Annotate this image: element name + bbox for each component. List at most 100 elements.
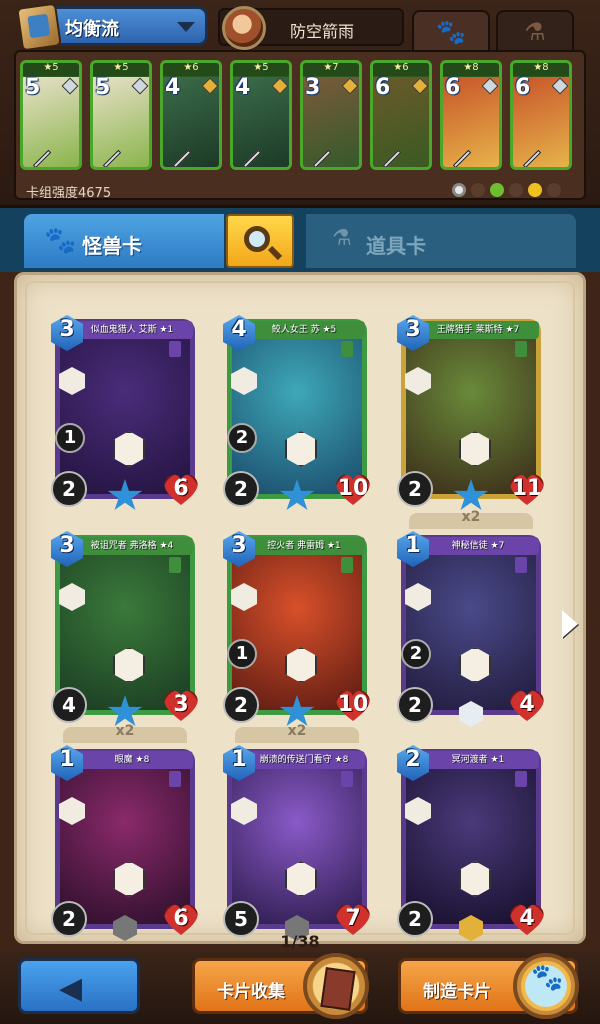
- monster-card[interactable]: x2 眼魔 ★8 1 2 6: [51, 723, 195, 941]
- back-button[interactable]: ◀: [18, 958, 140, 1014]
- monster-card[interactable]: 控火者 弗雷姆 ★1 3 2 10 1: [223, 531, 367, 726]
- faction-icon: [341, 557, 353, 573]
- potion-icon: ⚗: [524, 18, 546, 46]
- card-secondary-stat: 1: [227, 639, 257, 669]
- craft-card-icon: 🐾: [513, 953, 579, 1019]
- deck-card[interactable]: ★6 4: [160, 60, 222, 170]
- card-secondary-stat: 1: [55, 423, 85, 453]
- card-cost: 1: [405, 533, 421, 558]
- search-button[interactable]: [226, 214, 294, 268]
- hero-name: 防空箭雨: [290, 22, 355, 41]
- monster-card[interactable]: x2 神秘信徒 ★7 1 2 4 2: [397, 509, 541, 727]
- filter-icon[interactable]: [547, 183, 561, 197]
- tab-monster-deck[interactable]: 🐾: [412, 10, 490, 50]
- deck-card-bar: ★5 5 ★5 5 ★6 4 ★5 4 ★7 3 ★6 6 ★8 6 ★8 6: [14, 50, 586, 200]
- deck-card[interactable]: ★5 5: [20, 60, 82, 170]
- deck-card-stars: ★5: [93, 63, 149, 76]
- deck-card[interactable]: ★5 5: [90, 60, 152, 170]
- hero-selector[interactable]: 防空箭雨: [218, 6, 404, 50]
- potion-icon: ⚗: [332, 226, 352, 251]
- card-secondary-stat: 2: [227, 423, 257, 453]
- card-cost: 1: [59, 747, 75, 772]
- faction-icon: [515, 341, 527, 357]
- hero-portrait: [222, 6, 266, 50]
- card-collection-label: 卡片收集: [217, 982, 285, 1002]
- deck-card-cost: 6: [515, 75, 531, 100]
- card-attack: 2: [51, 471, 87, 507]
- chevron-down-icon: [177, 22, 195, 32]
- rarity-filters: [452, 182, 582, 198]
- card-page: 似血鬼猎人 艾斯 ★1 3 2 6 1 鲛人女王 苏 ★5 4 2 10 2 王牌猎手 莱斯特 ★7…: [14, 272, 586, 944]
- card-attack: 2: [223, 471, 259, 507]
- monster-card[interactable]: x2 崩溃的传送门看守 ★8 1 5 7: [223, 723, 367, 941]
- deck-card-cost: 4: [165, 75, 181, 100]
- monster-card[interactable]: 王牌猎手 莱斯特 ★7 3 2 11: [397, 315, 541, 510]
- card-cost: 3: [231, 533, 247, 558]
- card-name: 鲛人女王 苏 ★5: [243, 321, 365, 339]
- filter-icon[interactable]: [509, 183, 523, 197]
- monster-card[interactable]: 似血鬼猎人 艾斯 ★1 3 2 6 1: [51, 315, 195, 510]
- deck-card[interactable]: ★8 6: [510, 60, 572, 170]
- tab-item-label: 道具卡: [366, 234, 426, 258]
- paw-icon: 🐾: [44, 226, 77, 256]
- filter-all-icon[interactable]: [452, 183, 466, 197]
- card-cost: 4: [231, 317, 247, 342]
- craft-card-button[interactable]: 制造卡片 🐾: [398, 953, 579, 1019]
- card-attack: 4: [51, 687, 87, 723]
- card-name: 王牌猎手 莱斯特 ★7: [417, 321, 539, 339]
- craft-card-label: 制造卡片: [423, 982, 491, 1002]
- card-cost: 3: [59, 533, 75, 558]
- deck-card-stars: ★7: [303, 63, 359, 76]
- deck-card[interactable]: ★8 6: [440, 60, 502, 170]
- faction-icon: [515, 771, 527, 787]
- filter-gold-icon[interactable]: [528, 183, 542, 197]
- faction-icon: [169, 557, 181, 573]
- deck-card-cost: 3: [305, 75, 321, 100]
- card-name: 神秘信徒 ★7: [417, 537, 539, 555]
- filter-green-icon[interactable]: [490, 183, 504, 197]
- deck-card[interactable]: ★5 4: [230, 60, 292, 170]
- card-name: 眼魔 ★8: [71, 751, 193, 769]
- card-cost: 2: [405, 747, 421, 772]
- card-count: x2: [461, 509, 481, 525]
- card-name: 冥河渡者 ★1: [417, 751, 539, 769]
- deck-card-cost: 5: [25, 75, 41, 100]
- deck-selector[interactable]: 均衡流: [16, 2, 208, 52]
- deck-card-stars: ★5: [23, 63, 79, 76]
- card-attack: 2: [397, 471, 433, 507]
- tab-item-cards[interactable]: ⚗ 道具卡: [306, 214, 576, 268]
- deck-card[interactable]: ★6 6: [370, 60, 432, 170]
- deck-card-stars: ★6: [163, 63, 219, 76]
- card-secondary-stat: 2: [401, 639, 431, 669]
- paw-icon: 🐾: [436, 18, 466, 46]
- card-name: 似血鬼猎人 艾斯 ★1: [71, 321, 193, 339]
- card-attack: 2: [397, 687, 433, 723]
- search-icon: [244, 226, 270, 252]
- deck-book-icon: [16, 2, 62, 52]
- deck-name: 均衡流: [65, 19, 119, 40]
- next-page-arrow[interactable]: [562, 610, 578, 638]
- deck-card-stars: ★8: [513, 63, 569, 76]
- faction-icon: [169, 771, 181, 787]
- faction-icon: [169, 341, 181, 357]
- monster-card[interactable]: 鲛人女王 苏 ★5 4 2 10 2: [223, 315, 367, 510]
- deck-card[interactable]: ★7 3: [300, 60, 362, 170]
- card-collection-icon: [303, 953, 369, 1019]
- card-count: x2: [287, 723, 307, 739]
- tab-item-deck[interactable]: ⚗: [496, 10, 574, 50]
- deck-card-cost: 5: [95, 75, 111, 100]
- tab-monster-cards[interactable]: 🐾 怪兽卡: [24, 214, 224, 268]
- monster-card[interactable]: 被诅咒者 弗洛格 ★4 3 4 3: [51, 531, 195, 726]
- deck-card-cost: 4: [235, 75, 251, 100]
- filter-icon[interactable]: [471, 183, 485, 197]
- card-name: 控火者 弗雷姆 ★1: [243, 537, 365, 555]
- monster-card[interactable]: 冥河渡者 ★1 2 2 4: [397, 745, 541, 941]
- card-collection-button[interactable]: 卡片收集: [192, 953, 369, 1019]
- card-attack: 2: [223, 687, 259, 723]
- card-cost: 3: [59, 317, 75, 342]
- back-arrow-icon: ◀: [59, 971, 83, 1006]
- top-panel: 均衡流 防空箭雨 🐾 ⚗ ★5 5 ★5 5 ★6 4 ★5 4 ★7 3 ★6 6 ★8 6 ★8 6 卡组…: [0, 0, 600, 208]
- faction-icon: [341, 341, 353, 357]
- faction-icon: [341, 771, 353, 787]
- deck-card-cost: 6: [375, 75, 391, 100]
